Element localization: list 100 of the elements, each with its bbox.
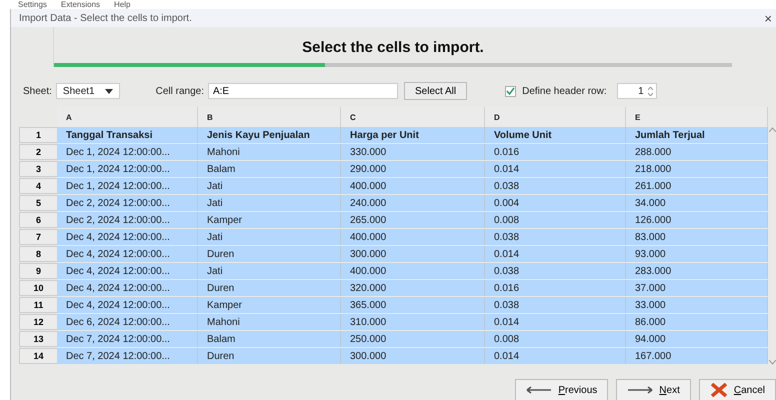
table-cell: 0.014 — [485, 246, 626, 262]
table-cell: Mahoni — [198, 144, 341, 160]
row-number[interactable]: 7 — [19, 229, 57, 245]
table-cell: Balam — [198, 331, 341, 347]
table-cell: 240.000 — [341, 195, 485, 211]
table-cell: 218.000 — [626, 161, 768, 177]
table-cell: 0.016 — [485, 280, 626, 296]
table-cell: 288.000 — [626, 144, 768, 160]
table-cell: 94.000 — [626, 331, 768, 347]
scroll-down-icon[interactable] — [768, 360, 776, 365]
table-cell: 300.000 — [341, 246, 485, 262]
table-cell: Duren — [198, 246, 341, 262]
row-number[interactable]: 9 — [19, 263, 57, 279]
row-number[interactable]: 2 — [19, 144, 57, 160]
table-cell: Jati — [198, 229, 341, 245]
table-cell: Dec 4, 2024 12:00:00... — [57, 280, 198, 296]
table-cell: Dec 6, 2024 12:00:00... — [57, 314, 198, 330]
table-cell: 0.014 — [485, 161, 626, 177]
table-cell: Kamper — [198, 297, 341, 313]
table-cell: 0.014 — [485, 348, 626, 364]
table-cell: Dec 7, 2024 12:00:00... — [57, 331, 198, 347]
table-cell: 400.000 — [341, 178, 485, 194]
sheet-dropdown[interactable]: Sheet1 — [56, 83, 120, 99]
table-cell: Dec 1, 2024 12:00:00... — [57, 178, 198, 194]
next-button[interactable]: Next — [616, 379, 691, 400]
cell-range-label: Cell range: — [156, 86, 204, 96]
close-button[interactable]: × — [764, 10, 772, 26]
row-number[interactable]: 5 — [19, 195, 57, 211]
cell-range-field[interactable]: A:E — [208, 83, 398, 99]
menu-item[interactable]: Extensions — [60, 0, 100, 9]
table-cell: 330.000 — [341, 144, 485, 160]
menu-item[interactable]: Help — [114, 0, 130, 9]
select-all-button[interactable]: Select All — [404, 82, 468, 100]
table-cell: Tanggal Transaksi — [57, 127, 198, 143]
table-cell: 37.000 — [626, 280, 768, 296]
header-row-label: Define header row: — [522, 86, 607, 96]
table-cell: 265.000 — [341, 212, 485, 228]
scroll-up-icon[interactable] — [768, 127, 776, 132]
table-cell: 310.000 — [341, 314, 485, 330]
table-cell: 167.000 — [626, 348, 768, 364]
table-cell: Dec 2, 2024 12:00:00... — [57, 212, 198, 228]
row-number[interactable]: 3 — [19, 161, 57, 177]
window-title: Import Data - Select the cells to import. — [19, 12, 192, 24]
table-cell: Jati — [198, 263, 341, 279]
left-arrow-icon — [526, 386, 552, 394]
table-cell: 250.000 — [341, 331, 485, 347]
table-cell: 83.000 — [626, 229, 768, 245]
table-cell: 86.000 — [626, 314, 768, 330]
table-cell: Dec 2, 2024 12:00:00... — [57, 195, 198, 211]
table-cell: Balam — [198, 161, 341, 177]
row-number[interactable]: 11 — [19, 297, 57, 313]
table-cell: 93.000 — [626, 246, 768, 262]
table-cell: 300.000 — [341, 348, 485, 364]
row-number[interactable]: 8 — [19, 246, 57, 262]
right-arrow-icon — [627, 386, 654, 394]
table-cell: Harga per Unit — [341, 127, 485, 143]
table-cell: Duren — [198, 280, 341, 296]
table-cell: Jati — [198, 195, 341, 211]
table-cell: Dec 1, 2024 12:00:00... — [57, 144, 198, 160]
table-cell: 0.038 — [485, 263, 626, 279]
table-cell: Dec 1, 2024 12:00:00... — [57, 161, 198, 177]
table-cell: Jumlah Terjual — [626, 127, 768, 143]
table-cell: Kamper — [198, 212, 341, 228]
table-cell: 34.000 — [626, 195, 768, 211]
row-number[interactable]: 10 — [19, 280, 57, 296]
x-icon — [710, 383, 728, 397]
table-cell: Jenis Kayu Penjualan — [198, 127, 341, 143]
menu-item[interactable]: Settings — [18, 0, 47, 9]
row-number[interactable]: 1 — [19, 127, 57, 143]
row-number[interactable]: 13 — [19, 331, 57, 347]
table-cell: Volume Unit — [485, 127, 626, 143]
row-number[interactable]: 6 — [19, 212, 57, 228]
table-cell: Dec 7, 2024 12:00:00... — [57, 348, 198, 364]
table-cell: 290.000 — [341, 161, 485, 177]
table-cell: 365.000 — [341, 297, 485, 313]
table-cell: 126.000 — [626, 212, 768, 228]
table-cell: 0.038 — [485, 229, 626, 245]
table-cell: 0.014 — [485, 314, 626, 330]
previous-button[interactable]: Previous — [515, 379, 608, 400]
table-cell: 0.008 — [485, 331, 626, 347]
dropdown-arrow-icon — [104, 88, 113, 94]
table-cell: Jati — [198, 178, 341, 194]
table-cell: 0.038 — [485, 178, 626, 194]
sheet-label: Sheet: — [23, 86, 52, 96]
table-cell: Mahoni — [198, 314, 341, 330]
table-cell: Dec 4, 2024 12:00:00... — [57, 246, 198, 262]
spinner-arrows-icon — [648, 86, 653, 96]
row-number[interactable]: 12 — [19, 314, 57, 330]
step-heading: Select the cells to import. — [302, 39, 484, 57]
cancel-button[interactable]: Cancel — [698, 379, 776, 400]
table-cell: 320.000 — [341, 280, 485, 296]
table-cell: 0.038 — [485, 297, 626, 313]
table-cell: 400.000 — [341, 263, 485, 279]
table-cell: 0.016 — [485, 144, 626, 160]
header-row-checkbox[interactable] — [505, 86, 516, 96]
row-number[interactable]: 4 — [19, 178, 57, 194]
row-number[interactable]: 14 — [19, 348, 57, 364]
table-cell: 400.000 — [341, 229, 485, 245]
table-cell: Dec 4, 2024 12:00:00... — [57, 229, 198, 245]
header-row-spinner[interactable]: 1 — [616, 83, 657, 99]
